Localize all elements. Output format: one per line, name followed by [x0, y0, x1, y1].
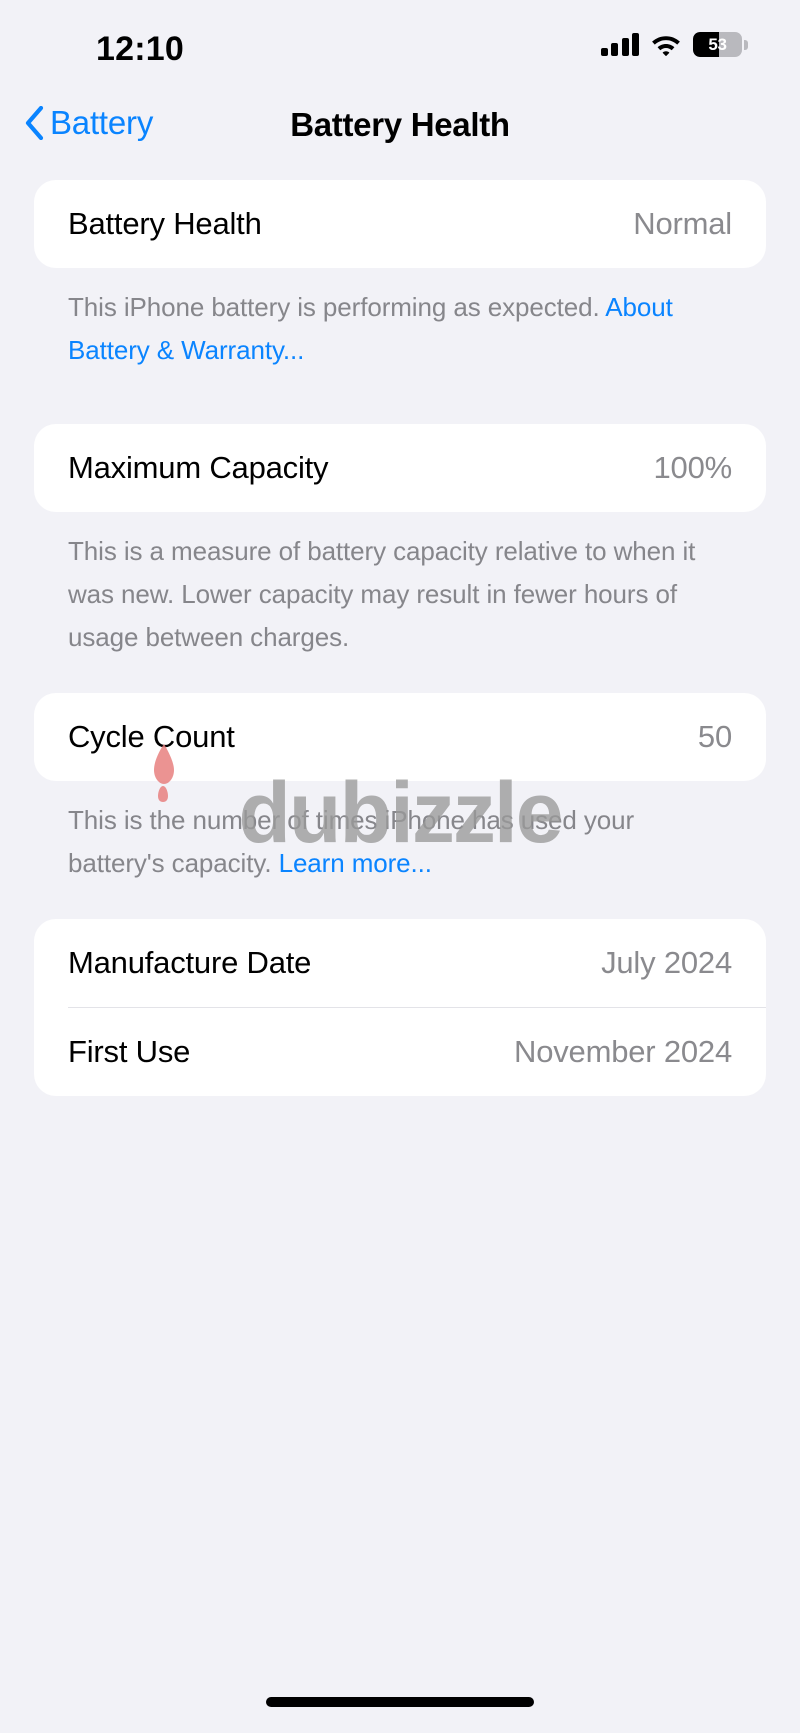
row-label: Maximum Capacity: [68, 450, 329, 485]
battery-health-footer: This iPhone battery is performing as exp…: [34, 286, 766, 372]
maximum-capacity-card: Maximum Capacity 100%: [34, 424, 766, 512]
page-title: Battery Health: [290, 106, 510, 143]
settings-content: Battery Health Normal This iPhone batter…: [0, 180, 800, 1096]
status-bar-time: 12:10: [96, 30, 184, 68]
row-maximum-capacity[interactable]: Maximum Capacity 100%: [34, 424, 766, 512]
row-value: 100%: [653, 450, 733, 485]
row-label: Manufacture Date: [68, 945, 312, 980]
cellular-signal-icon: [600, 33, 639, 56]
navigation-bar: Battery Battery Health: [0, 98, 800, 160]
row-label: Battery Health: [68, 206, 262, 241]
battery-percent-label: 53: [708, 35, 727, 54]
iphone-screen: 12:10 53 Battery Battery Health Battery …: [0, 0, 800, 1733]
row-value: Normal: [633, 206, 732, 241]
row-label: Cycle Count: [68, 719, 235, 754]
row-manufacture-date[interactable]: Manufacture Date July 2024: [34, 919, 766, 1007]
row-value: July 2024: [601, 945, 732, 980]
row-first-use[interactable]: First Use November 2024: [34, 1008, 766, 1096]
row-battery-health[interactable]: Battery Health Normal: [34, 180, 766, 268]
status-bar: 12:10 53: [0, 0, 800, 98]
battery-health-card: Battery Health Normal: [34, 180, 766, 268]
home-indicator: [266, 1697, 534, 1707]
battery-icon: 53: [693, 32, 748, 57]
row-value: 50: [697, 719, 732, 754]
battery-dates-card: Manufacture Date July 2024 First Use Nov…: [34, 919, 766, 1096]
cycle-count-card: Cycle Count 50: [34, 693, 766, 781]
wifi-icon: [652, 36, 680, 56]
learn-more-link[interactable]: Learn more...: [279, 848, 432, 878]
battery-cap: [744, 39, 748, 50]
maximum-capacity-footer: This is a measure of battery capacity re…: [68, 536, 696, 652]
row-value: November 2024: [514, 1034, 732, 1069]
cycle-count-footer: This is the number of times iPhone has u…: [34, 799, 766, 885]
status-bar-indicators: 53: [600, 32, 748, 57]
row-cycle-count[interactable]: Cycle Count 50: [34, 693, 766, 781]
footer-text: This iPhone battery is performing as exp…: [68, 292, 606, 322]
row-label: First Use: [68, 1034, 191, 1069]
